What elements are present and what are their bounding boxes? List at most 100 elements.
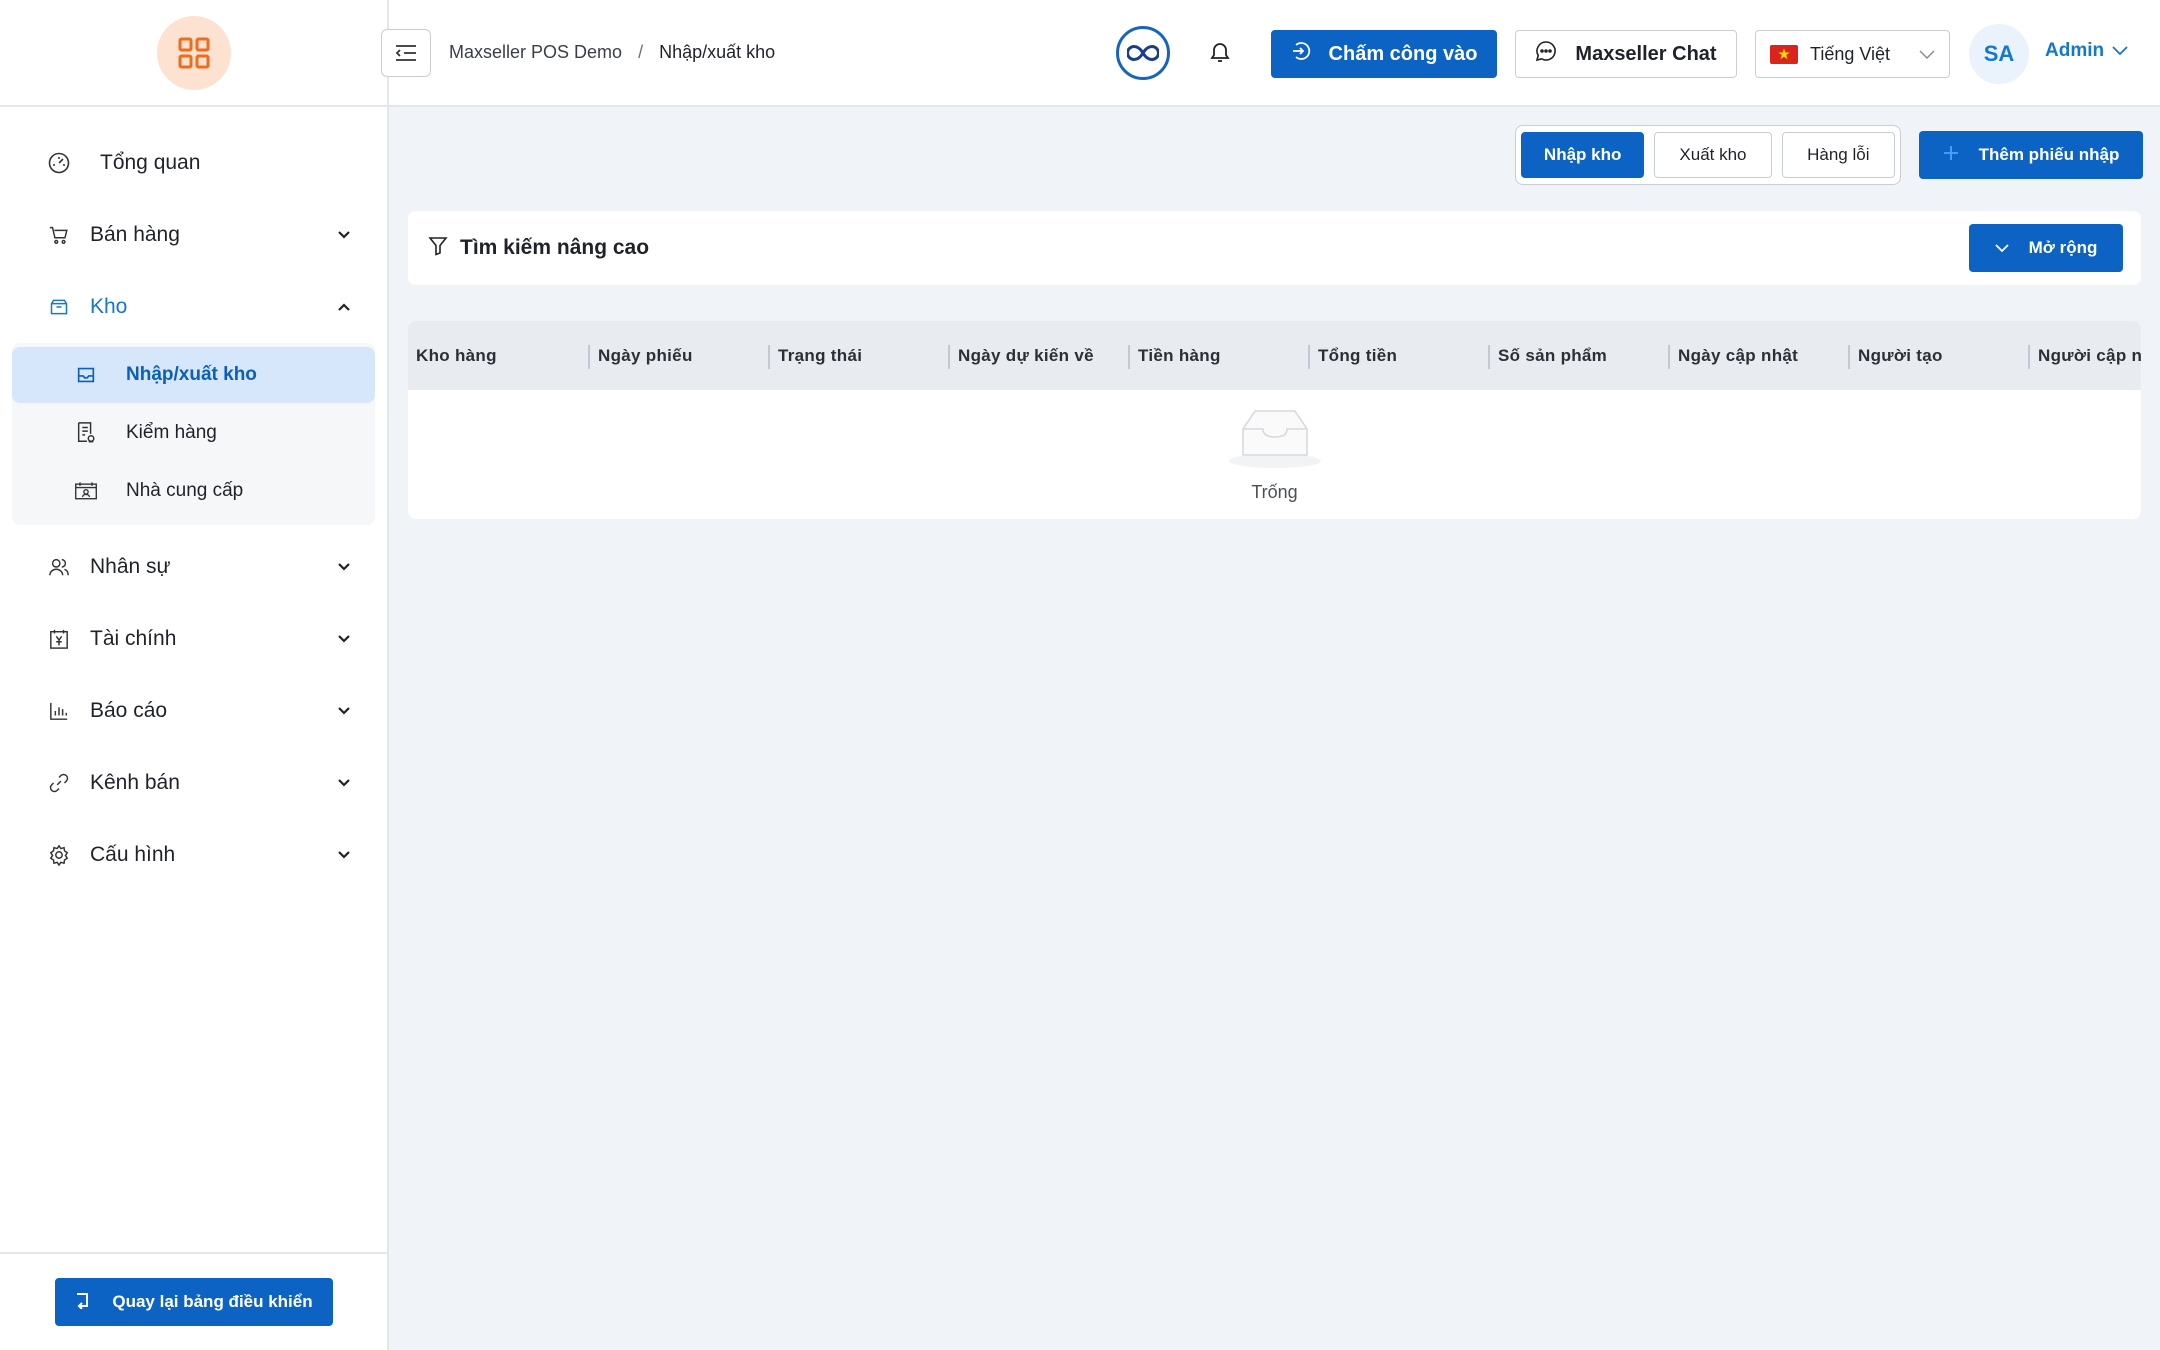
supplier-icon (74, 479, 98, 503)
dashboard-icon (46, 150, 72, 176)
column-header[interactable]: Tiền hàng (1128, 321, 1308, 390)
sidebar-item-reports[interactable]: Báo cáo (0, 675, 387, 747)
logo-area (0, 0, 387, 107)
sidebar-subitem-supplier[interactable]: Nhà cung cấp (12, 463, 375, 519)
expand-search-label: Mở rộng (2028, 238, 2098, 257)
inbox-icon (74, 363, 98, 387)
sidebar-item-label: Bán hàng (90, 223, 180, 246)
chat-icon (1535, 40, 1557, 68)
top-header: Maxseller POS Demo / Nhập/xuất kho Chấm … (381, 0, 2160, 107)
check-in-button[interactable]: Chấm công vào (1271, 30, 1497, 78)
breadcrumb-current: Nhập/xuất kho (659, 42, 776, 62)
segment-export[interactable]: Xuất kho (1654, 132, 1772, 178)
receipt-table: Kho hàng Ngày phiếu Trạng thái Ngày dự k… (408, 321, 2141, 519)
clipboard-icon (74, 421, 98, 445)
gear-icon (46, 842, 72, 868)
sidebar-subitem-stock-check[interactable]: Kiểm hàng (12, 405, 375, 461)
segment-defective[interactable]: Hàng lỗi (1781, 132, 1895, 178)
expand-search-button[interactable]: Mở rộng (1969, 224, 2123, 272)
chevron-down-icon (335, 702, 353, 720)
sidebar-footer: Quay lại bảng điều khiển (0, 1252, 387, 1350)
column-header[interactable]: Kho hàng (408, 321, 588, 390)
bell-icon[interactable] (1207, 40, 1233, 66)
column-header[interactable]: Số sản phẩm (1488, 321, 1668, 390)
chevron-down-icon (2112, 40, 2128, 62)
language-value: Tiếng Việt (1810, 43, 1891, 64)
back-icon (74, 1291, 92, 1314)
column-header[interactable]: Trạng thái (768, 321, 948, 390)
login-icon (1291, 40, 1313, 68)
sidebar-item-label: Kho (90, 295, 128, 318)
cart-icon (46, 222, 72, 248)
sidebar-subitem-label: Kiểm hàng (126, 422, 217, 443)
advanced-search-title: Tìm kiếm nâng cao (460, 236, 650, 259)
chat-button[interactable]: Maxseller Chat (1515, 30, 1737, 78)
chevron-down-icon (335, 630, 353, 648)
chevron-down-icon (1919, 44, 1935, 65)
sidebar-item-label: Tổng quan (100, 151, 201, 174)
sidebar-item-label: Kênh bán (90, 771, 180, 794)
sidebar-subitem-label: Nhà cung cấp (126, 480, 244, 501)
language-select[interactable]: Tiếng Việt (1755, 30, 1950, 78)
main-content: Nhập kho Xuất kho Hàng lỗi Thêm phiếu nh… (389, 107, 2160, 1350)
avatar[interactable]: SA (1969, 24, 2029, 84)
sidebar-item-label: Tài chính (90, 627, 177, 650)
sidebar-item-channels[interactable]: Kênh bán (0, 747, 387, 819)
column-header[interactable]: Người cập nhật (2028, 321, 2141, 390)
check-in-label: Chấm công vào (1328, 42, 1478, 65)
plus-icon (1943, 145, 1959, 166)
user-name: Admin (2045, 40, 2105, 61)
warehouse-submenu: Nhập/xuất kho Kiểm hàng Nhà cung cấp (12, 343, 375, 525)
chevron-down-icon (335, 558, 353, 576)
advanced-search-panel: Tìm kiếm nâng cao Mở rộng (408, 211, 2141, 285)
sidebar-item-sales[interactable]: Bán hàng (0, 199, 387, 271)
column-header[interactable]: Ngày phiếu (588, 321, 768, 390)
users-icon (46, 554, 72, 580)
chevron-down-icon (1994, 238, 2009, 258)
breadcrumb-root[interactable]: Maxseller POS Demo (449, 42, 622, 63)
sidebar-item-hr[interactable]: Nhân sự (0, 531, 387, 603)
empty-state-label: Trống (1251, 481, 1298, 502)
back-to-dashboard-label: Quay lại bảng điều khiển (112, 1292, 313, 1311)
sidebar-item-overview[interactable]: Tổng quan (0, 127, 387, 199)
sidebar-subitem-import-export[interactable]: Nhập/xuất kho (12, 347, 375, 403)
user-menu[interactable]: Admin (2045, 40, 2128, 62)
grid-logo-icon[interactable] (156, 15, 231, 90)
box-icon (46, 294, 72, 320)
column-header[interactable]: Người tạo (1848, 321, 2028, 390)
sidebar-item-label: Báo cáo (90, 699, 168, 722)
infinity-icon[interactable] (1116, 26, 1170, 80)
add-import-label: Thêm phiếu nhập (1978, 145, 2120, 164)
column-header[interactable]: Ngày cập nhật (1668, 321, 1848, 390)
chevron-down-icon (335, 846, 353, 864)
chart-icon (46, 698, 72, 724)
flag-vn-icon (1770, 44, 1798, 64)
chevron-down-icon (335, 774, 353, 792)
hamburger-icon[interactable] (381, 28, 431, 77)
sidebar-item-warehouse[interactable]: Kho (0, 271, 387, 343)
sidebar-subitem-label: Nhập/xuất kho (126, 364, 257, 385)
sidebar: Tổng quan Bán hàng Kho Nhập/xuất kho Kiể… (0, 0, 389, 1350)
sidebar-item-settings[interactable]: Cấu hình (0, 819, 387, 891)
sidebar-item-label: Nhân sự (90, 555, 171, 578)
chat-label: Maxseller Chat (1575, 42, 1717, 65)
empty-box-icon (1227, 407, 1323, 474)
header-left: Maxseller POS Demo / Nhập/xuất kho (381, 28, 775, 77)
add-import-button[interactable]: Thêm phiếu nhập (1919, 131, 2143, 179)
column-header[interactable]: Ngày dự kiến về (948, 321, 1128, 390)
filter-icon (428, 236, 448, 261)
sidebar-nav: Tổng quan Bán hàng Kho Nhập/xuất kho Kiể… (0, 107, 387, 891)
segment-import[interactable]: Nhập kho (1521, 132, 1645, 178)
link-icon (46, 770, 72, 796)
back-to-dashboard-button[interactable]: Quay lại bảng điều khiển (54, 1278, 333, 1326)
breadcrumb-separator: / (638, 42, 644, 62)
breadcrumb: Maxseller POS Demo / Nhập/xuất kho (449, 42, 775, 63)
sidebar-item-finance[interactable]: Tài chính (0, 603, 387, 675)
chevron-up-icon (335, 298, 353, 316)
table-header: Kho hàng Ngày phiếu Trạng thái Ngày dự k… (408, 321, 2141, 390)
empty-state: Trống (408, 390, 2141, 519)
sidebar-item-label: Cấu hình (90, 843, 176, 866)
type-segmented-control: Nhập kho Xuất kho Hàng lỗi (1515, 125, 1901, 185)
column-header[interactable]: Tổng tiền (1308, 321, 1488, 390)
chevron-down-icon (335, 226, 353, 244)
